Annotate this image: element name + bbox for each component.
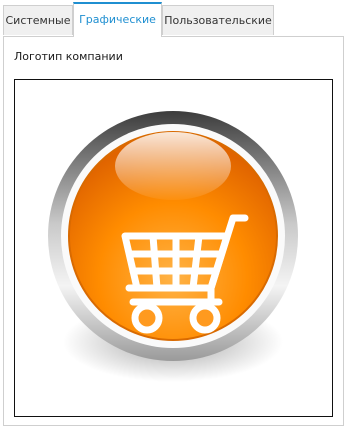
tab-bar: Системные Графические Пользовательские: [0, 0, 347, 37]
tab-system[interactable]: Системные: [3, 5, 73, 35]
tab-panel-graphics: Логотип компании: [3, 36, 344, 426]
tab-graphics[interactable]: Графические: [73, 2, 162, 37]
logo-gloss: [115, 132, 231, 200]
shopping-cart-logo-image: [48, 111, 298, 382]
company-logo-label: Логотип компании: [14, 50, 123, 63]
tab-custom[interactable]: Пользовательские: [162, 5, 274, 35]
company-logo-frame[interactable]: [14, 79, 333, 417]
